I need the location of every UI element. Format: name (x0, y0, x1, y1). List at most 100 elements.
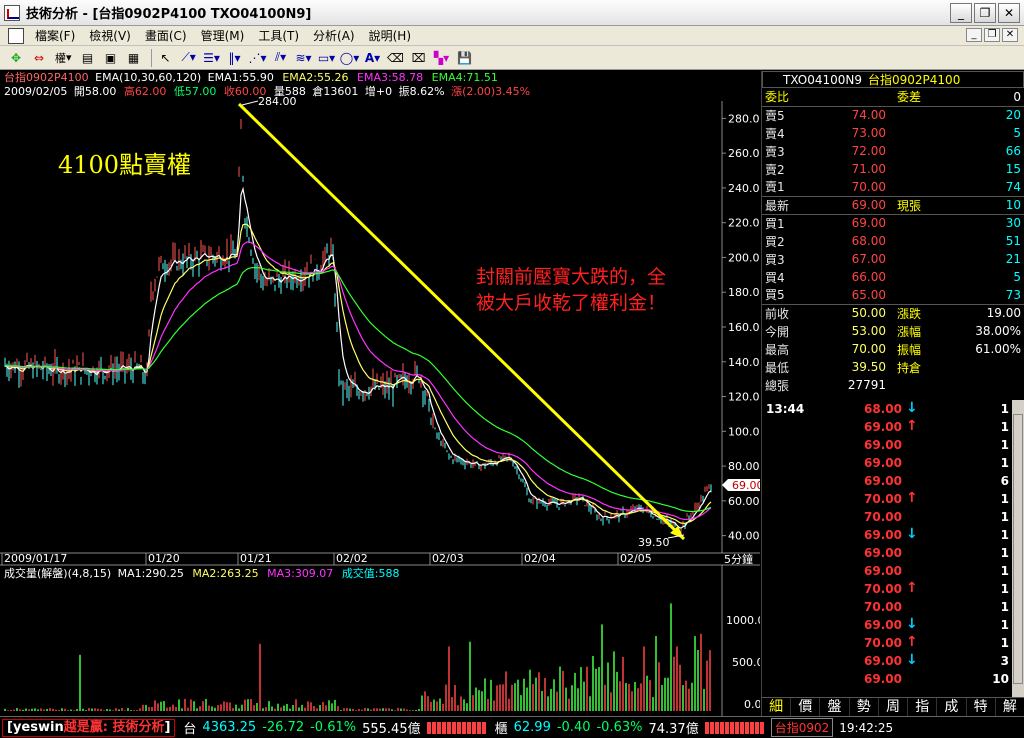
menu-tools[interactable]: 工具(T) (251, 27, 306, 44)
tick-row[interactable]: 70.00 ↑ 1 (762, 634, 1024, 652)
toolbar-separator (150, 48, 152, 67)
tick-row[interactable]: 69.00 ↓ 1 (762, 526, 1024, 544)
vertical-lines-icon[interactable]: ‖▾ (225, 49, 245, 67)
mdi-close-button[interactable]: ✕ (1002, 28, 1018, 42)
menu-screen[interactable]: 畫面(C) (138, 27, 194, 44)
trend-line[interactable] (237, 102, 686, 541)
parallel-lines-icon[interactable]: ≋▾ (294, 49, 314, 67)
tick-scrollbar[interactable] (1012, 400, 1024, 697)
ask-row[interactable]: 賣1 70.00 74 (762, 178, 1024, 196)
panel-tab[interactable]: 成 (937, 698, 967, 716)
tick-row[interactable]: 69.00 10 (762, 670, 1024, 688)
tick-row[interactable]: 69.00 ↓ 3 (762, 652, 1024, 670)
panel-tab[interactable]: 價 (791, 698, 821, 716)
tick-row[interactable]: 69.00 6 (762, 472, 1024, 490)
tick-row[interactable]: 69.00 1 (762, 436, 1024, 454)
document-chart-icon[interactable] (8, 27, 24, 44)
tick-qty: 1 (1000, 456, 1009, 470)
status-clock: 19:42:25 (839, 720, 894, 735)
ask-row[interactable]: 賣5 74.00 20 (762, 106, 1024, 124)
panel-tab[interactable]: 勢 (850, 698, 879, 716)
bid-row[interactable]: 買3 67.00 21 (762, 250, 1024, 268)
status-symbol[interactable]: 台指0902 (770, 718, 834, 737)
channel-lines-icon[interactable]: ⫽▾ (271, 49, 291, 67)
tick-qty: 1 (1000, 564, 1009, 578)
last-qty-label: 現張 (897, 198, 922, 213)
tick-row[interactable]: 70.00 ↑ 1 (762, 490, 1024, 508)
pointer-icon[interactable]: ↖ (156, 49, 176, 67)
menu-help[interactable]: 說明(H) (362, 27, 418, 44)
info-date: 2009/02/05 (4, 85, 67, 98)
line-draw-icon[interactable]: ⟋▾ (179, 49, 199, 67)
tick-list[interactable]: 13:44 68.00 ↓ 1 69.00 ↑ 1 69.00 1 69.00 1 69.00 6 70.… (762, 400, 1024, 697)
menu-analysis[interactable]: 分析(A) (306, 27, 362, 44)
menu-file[interactable]: 檔案(F) (28, 27, 82, 44)
save-icon[interactable]: 💾 (455, 49, 475, 67)
date-axis: 2009/01/17 01/20 01/21 02/02 02/03 02/04 02/05 (1, 552, 652, 565)
stat-value: 50.00 (851, 306, 886, 321)
move-cross-icon[interactable]: ✥ (6, 49, 26, 67)
menu-view[interactable]: 檢視(V) (82, 27, 138, 44)
menu-manage[interactable]: 管理(M) (194, 27, 252, 44)
ellipse-icon[interactable]: ◯▾ (340, 49, 360, 67)
bid-spacer (889, 286, 955, 304)
svg-text:成交量(解盤)(4,8,15) MA1:290.: 成交量(解盤)(4,8,15) MA1:290.25 MA2:263.25 MA… (4, 566, 400, 580)
ask-row[interactable]: 賣2 71.00 15 (762, 160, 1024, 178)
bid-row[interactable]: 買5 65.00 73 (762, 286, 1024, 304)
text-tool-icon[interactable]: A▾ (363, 49, 383, 67)
ask-qty: 20 (1005, 108, 1021, 123)
tick-row[interactable]: 69.00 ↓ 1 (762, 616, 1024, 634)
close-button[interactable]: ✕ (998, 3, 1020, 23)
door-exit-icon[interactable]: ⌧ (409, 49, 429, 67)
panel-tab[interactable]: 盤 (820, 698, 850, 716)
tick-row[interactable]: 70.00 ↑ 1 (762, 580, 1024, 598)
mdi-restore-button[interactable]: ❐ (984, 28, 1000, 42)
otc-pct: -0.63% (596, 720, 643, 735)
tick-row[interactable]: 69.00 ↑ 1 (762, 418, 1024, 436)
swap-arrows-icon[interactable]: ⇔ (29, 49, 49, 67)
chart-grid-icon[interactable]: ▦ (124, 49, 144, 67)
bid-spacer (889, 232, 955, 250)
info-oi-change: 增+0 (365, 84, 392, 98)
tick-row[interactable]: 69.00 1 (762, 562, 1024, 580)
chart-window-icon[interactable]: ▤ (78, 49, 98, 67)
info-open: 開58.00 (74, 85, 117, 98)
panel-tab[interactable]: 解 (996, 698, 1024, 716)
chart-panel-icon[interactable]: ▣ (101, 49, 121, 67)
color-palette-icon[interactable]: ▚▾ (432, 49, 452, 67)
tick-row[interactable]: 69.00 1 (762, 544, 1024, 562)
period-dropdown[interactable]: 權 ▾ (52, 49, 75, 67)
tick-row[interactable]: 13:44 68.00 ↓ 1 (762, 400, 1024, 418)
bid-row[interactable]: 買4 66.00 5 (762, 268, 1024, 286)
quote-header: TXO04100N9 台指0902P4100 (762, 71, 1024, 88)
stat-row: 最低 39.50 持倉 (762, 358, 1024, 376)
window-title: 技術分析 - [台指0902P4100 TXO04100N9] (26, 7, 312, 22)
bid-row[interactable]: 買2 68.00 51 (762, 232, 1024, 250)
tick-row[interactable]: 70.00 1 (762, 508, 1024, 526)
chart-area[interactable]: 台指0902P4100 EMA(10,30,60,120) EMA1:55.90… (0, 71, 760, 716)
chart-svg[interactable]: 台指0902P4100 EMA(10,30,60,120) EMA1:55.90… (0, 71, 760, 716)
panel-tab[interactable]: 指 (908, 698, 938, 716)
up-arrow-icon: ↑ (906, 418, 918, 434)
tick-row[interactable]: 70.00 1 (762, 598, 1024, 616)
ask-row[interactable]: 賣3 72.00 66 (762, 142, 1024, 160)
tick-row[interactable]: 69.00 1 (762, 454, 1024, 472)
last-price: 69.00 (851, 198, 886, 212)
panel-tab[interactable]: 細 (762, 698, 792, 716)
bid-row[interactable]: 買1 69.00 30 (762, 214, 1024, 232)
eraser-icon[interactable]: ⌫ (386, 49, 406, 67)
horizontal-lines-icon[interactable]: ☰▾ (202, 49, 222, 67)
ask-row[interactable]: 賣4 73.00 5 (762, 124, 1024, 142)
fan-lines-icon[interactable]: ⋰▾ (248, 49, 268, 67)
rectangle-icon[interactable]: ▭▾ (317, 49, 337, 67)
minimize-button[interactable]: _ (950, 3, 972, 23)
scrollbar-thumb[interactable] (1013, 414, 1023, 684)
restore-button[interactable]: ❐ (974, 3, 996, 23)
tick-price: 69.00 (864, 528, 902, 542)
mdi-minimize-button[interactable]: _ (966, 28, 982, 42)
brand-badge[interactable]: [yeswin越是贏: 技術分析] (2, 718, 176, 737)
stat-value-2 (955, 376, 1024, 394)
panel-tab[interactable]: 特 (967, 698, 996, 716)
panel-tab[interactable]: 周 (879, 698, 909, 716)
down-arrow-icon: ↓ (906, 616, 918, 632)
